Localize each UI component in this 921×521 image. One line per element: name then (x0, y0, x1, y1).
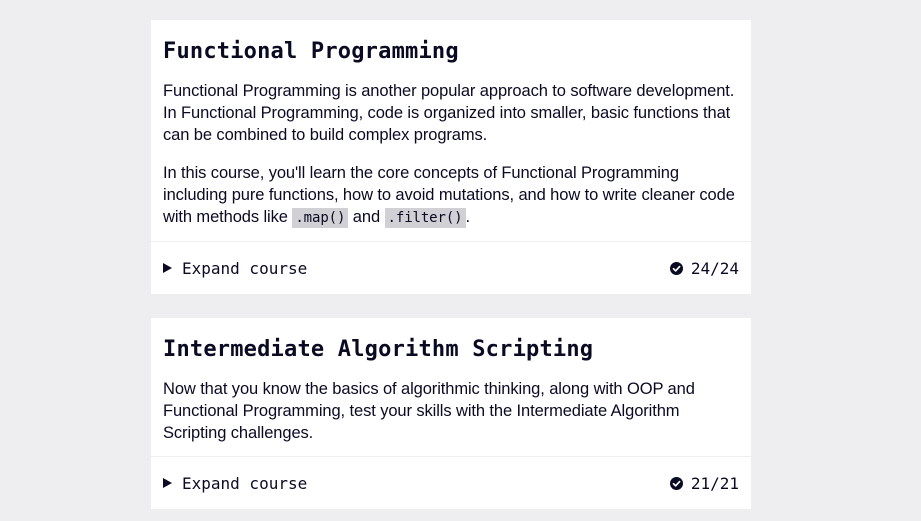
course-progress: 24/24 (669, 258, 739, 278)
course-description-2: In this course, you'll learn the core co… (163, 162, 739, 229)
check-circle-icon (669, 261, 683, 275)
page: Functional Programming Functional Progra… (0, 0, 921, 521)
code-filter: .filter() (384, 208, 466, 228)
course-progress: 21/21 (669, 473, 739, 493)
code-map: .map() (292, 208, 349, 228)
course-card-functional-programming: Functional Programming Functional Progra… (151, 20, 751, 294)
description-text: . (465, 208, 471, 226)
course-title: Functional Programming (163, 39, 459, 64)
course-description: Now that you know the basics of algorith… (163, 380, 695, 442)
check-circle-icon (669, 476, 683, 490)
caret-right-icon (163, 478, 172, 488)
card-footer: Expand course 24/24 (151, 241, 751, 294)
card-body: Intermediate Algorithm Scripting Now tha… (151, 318, 751, 444)
course-card-intermediate-algorithm-scripting: Intermediate Algorithm Scripting Now tha… (151, 318, 751, 509)
course-description: Functional Programming is another popula… (163, 82, 735, 144)
expand-course-button[interactable]: Expand course (163, 259, 307, 278)
card-footer: Expand course 21/21 (151, 456, 751, 509)
progress-count: 21/21 (690, 473, 739, 493)
description-text: and (348, 208, 385, 226)
expand-course-label: Expand course (182, 258, 308, 278)
card-body: Functional Programming Functional Progra… (151, 20, 751, 229)
progress-count: 24/24 (690, 258, 739, 278)
caret-right-icon (163, 263, 172, 273)
course-title: Intermediate Algorithm Scripting (163, 337, 594, 362)
expand-course-label: Expand course (182, 473, 308, 493)
expand-course-button[interactable]: Expand course (163, 474, 307, 493)
